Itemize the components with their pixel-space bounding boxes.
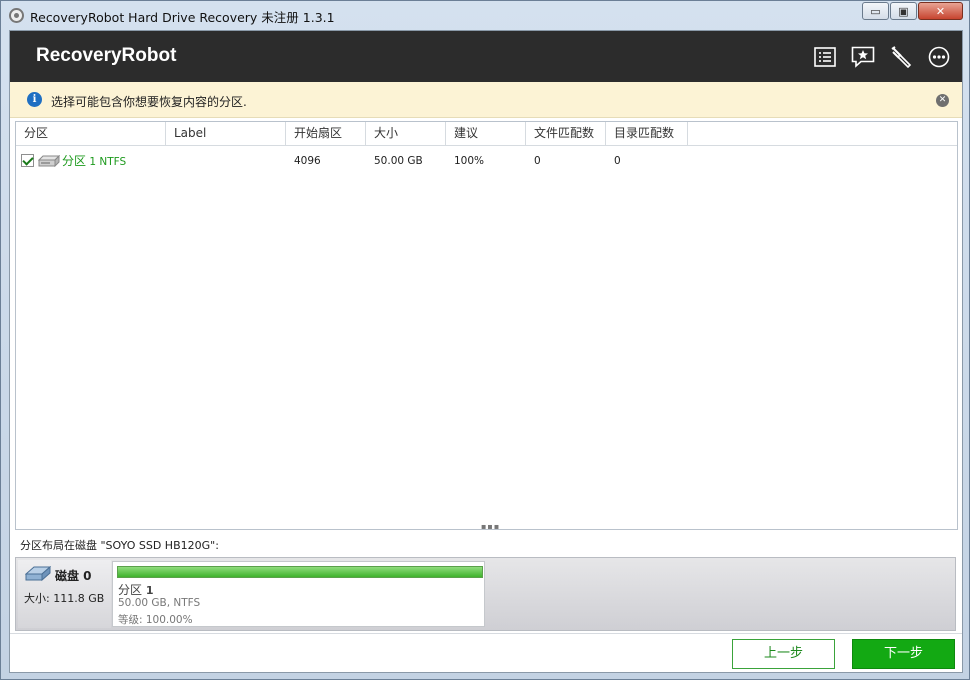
- app-icon: [9, 8, 24, 23]
- maximize-button[interactable]: ▣: [890, 2, 917, 20]
- disk-name: 磁盘 0: [55, 569, 92, 583]
- disk-map: 磁盘 0 大小: 111.8 GB 分区 1 50.00 GB, NTFS 等级…: [15, 557, 956, 631]
- window-title: RecoveryRobot Hard Drive Recovery 未注册 1.…: [30, 10, 335, 25]
- column-header-partition[interactable]: 分区: [16, 122, 166, 145]
- title-bar: RecoveryRobot Hard Drive Recovery 未注册 1.…: [1, 1, 969, 30]
- column-header-start-sector[interactable]: 开始扇区: [286, 122, 366, 145]
- maximize-icon: ▣: [898, 4, 909, 18]
- info-icon: i: [27, 92, 42, 107]
- column-header-label[interactable]: Label: [166, 122, 286, 145]
- partition-block-level: 等级: 100.00%: [118, 614, 193, 626]
- close-info-icon[interactable]: ✕: [936, 94, 949, 107]
- client-area: RecoveryRobot i 选择可能包含你想要恢复内容的分区. ✕ 分区 L…: [9, 30, 963, 673]
- column-header-suggestion[interactable]: 建议: [446, 122, 526, 145]
- layout-label: 分区布局在磁盘 "SOYO SSD HB120G":: [20, 537, 219, 553]
- partition-table: 分区 Label 开始扇区 大小 建议 文件匹配数 目录匹配数 分区 1 NTF…: [15, 121, 958, 531]
- partition-block-size: 50.00 GB, NTFS: [118, 597, 201, 609]
- column-header-file-matches[interactable]: 文件匹配数: [526, 122, 606, 145]
- disk-icon: [24, 565, 52, 586]
- layout-disk-name: "SOYO SSD HB120G":: [100, 539, 219, 552]
- partition-block-number: 1: [145, 584, 154, 597]
- disk-cell: 磁盘 0 大小: 111.8 GB: [18, 560, 111, 628]
- splitter-handle[interactable]: ▪▪▪: [481, 522, 500, 531]
- cell-suggestion: 100%: [454, 155, 485, 167]
- header-toolbar: [806, 43, 958, 71]
- app-header: RecoveryRobot: [10, 31, 962, 82]
- info-bar: i 选择可能包含你想要恢复内容的分区. ✕: [10, 82, 962, 118]
- more-icon[interactable]: [920, 43, 958, 71]
- layout-label-prefix: 分区布局在磁盘: [20, 539, 101, 552]
- previous-button[interactable]: 上一步: [732, 639, 835, 669]
- partition-name-text: 分区: [62, 154, 87, 168]
- minimize-icon: ▭: [870, 4, 881, 18]
- partition-usage-fill: [118, 567, 482, 577]
- partition-name: 分区 1 NTFS: [62, 150, 126, 173]
- cell-size: 50.00 GB: [374, 155, 423, 167]
- disk-size: 大小: 111.8 GB: [24, 592, 105, 605]
- column-header-size[interactable]: 大小: [366, 122, 446, 145]
- star-message-icon[interactable]: [844, 43, 882, 71]
- footer-divider: [10, 633, 962, 634]
- partition-block-label: 分区: [118, 583, 143, 597]
- next-button[interactable]: 下一步: [852, 639, 955, 669]
- partition-block[interactable]: 分区 1 50.00 GB, NTFS 等级: 100.00%: [112, 561, 485, 627]
- window-controls: ▭ ▣ ✕: [861, 2, 963, 20]
- app-window: RecoveryRobot Hard Drive Recovery 未注册 1.…: [0, 0, 970, 680]
- cell-file-matches: 0: [534, 155, 541, 167]
- tools-icon[interactable]: [882, 43, 920, 71]
- table-header: 分区 Label 开始扇区 大小 建议 文件匹配数 目录匹配数: [16, 122, 957, 146]
- table-row[interactable]: 分区 1 NTFS 4096 50.00 GB 100% 0 0: [16, 150, 957, 172]
- partition-checkbox[interactable]: [21, 154, 34, 167]
- cell-label: [166, 150, 174, 172]
- cell-dir-matches: 0: [614, 155, 621, 167]
- partition-usage-bar: [117, 566, 483, 578]
- info-message: 选择可能包含你想要恢复内容的分区.: [51, 95, 247, 109]
- list-icon[interactable]: [806, 43, 844, 71]
- column-header-dir-matches[interactable]: 目录匹配数: [606, 122, 688, 145]
- cell-start-sector: 4096: [294, 155, 321, 167]
- minimize-button[interactable]: ▭: [862, 2, 889, 20]
- drive-icon: [37, 154, 61, 170]
- brand-title: RecoveryRobot: [36, 45, 177, 66]
- partition-block-title: 分区 1: [118, 581, 154, 598]
- close-icon: ✕: [935, 4, 946, 18]
- close-button[interactable]: ✕: [918, 2, 963, 20]
- partition-detail: 1 NTFS: [86, 156, 127, 168]
